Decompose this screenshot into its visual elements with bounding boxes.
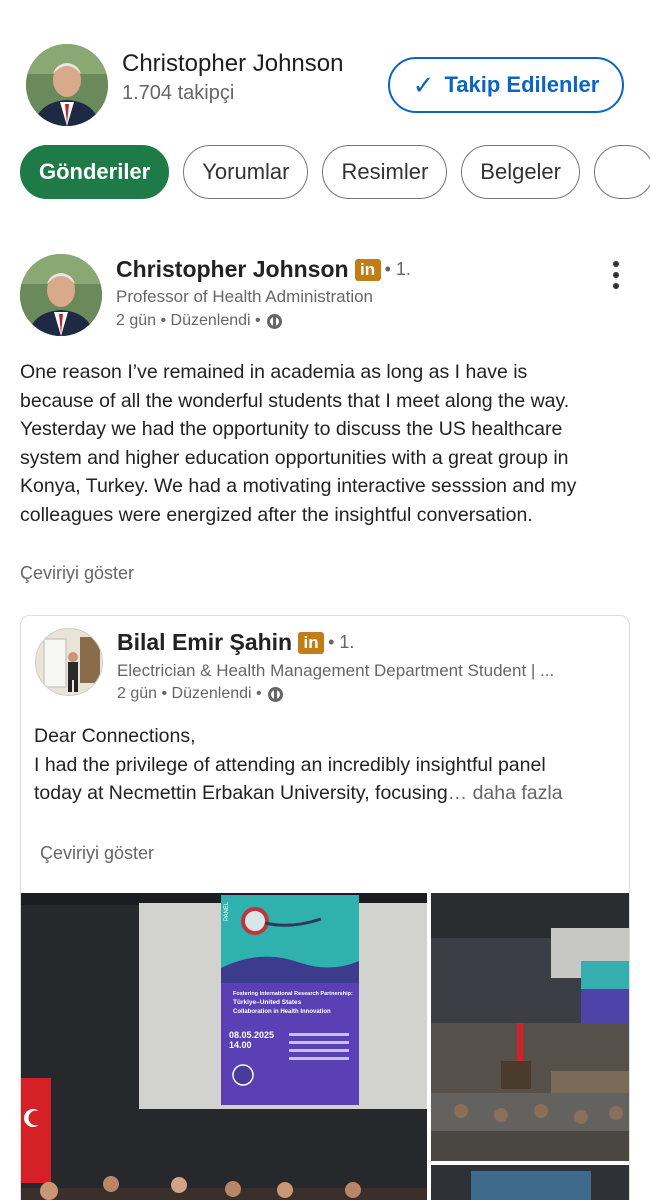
shared-text-line-content: today at Necmettin Erbakan University, f… (34, 782, 448, 804)
post-author-row: Christopher Johnson in • 1. (116, 256, 411, 283)
post-text-line: system and higher education opportunitie… (20, 446, 569, 469)
shared-post-text: Dear Connections, I had the privilege of… (34, 722, 614, 808)
profile-avatar[interactable] (26, 44, 108, 126)
post-text-line: Konya, Turkey. We had a motivating inter… (20, 475, 577, 497)
tab-documents[interactable]: Belgeler (461, 145, 580, 199)
event-photo[interactable] (431, 1165, 629, 1200)
shared-author-row: Bilal Emir Şahin in • 1. (117, 629, 354, 656)
tab-images[interactable]: Resimler (322, 145, 448, 199)
shared-post-meta: 2 gün • Düzenlendi • (117, 685, 283, 703)
poster-time: 14.00 (229, 1040, 252, 1050)
post-text: One reason I’ve remained in academia as … (20, 358, 632, 529)
globe-icon (267, 686, 283, 702)
tab-comments[interactable]: Yorumlar (183, 145, 309, 199)
panel-photo[interactable]: PANEL Fostering International Research P… (21, 893, 427, 1200)
shared-post-timestamp: 2 gün • Düzenlendi • (117, 685, 262, 702)
following-button[interactable]: ✓ Takip Edilenler (388, 57, 624, 113)
tab-posts[interactable]: Gönderiler (20, 145, 170, 199)
linkedin-premium-icon: in (298, 631, 325, 654)
poster-tag: PANEL (224, 901, 230, 921)
see-more-link[interactable]: … daha fazla (448, 782, 563, 804)
tab-more[interactable] (594, 145, 650, 199)
post-meta: 2 gün • Düzenlendi • (116, 312, 282, 330)
post-timestamp: 2 gün • Düzenlendi • (116, 312, 261, 329)
profile-followers: 1.704 takipçi (122, 82, 235, 104)
profile-name[interactable]: Christopher Johnson (122, 50, 343, 78)
profile-header: Christopher Johnson 1.704 takipçi ✓ Taki… (0, 0, 650, 140)
post-author-headline: Professor of Health Administration (116, 287, 374, 306)
post-text-line: One reason I’ve remained in academia as … (20, 361, 528, 383)
post-text-line: Yesterday we had the opportunity to disc… (20, 418, 563, 440)
shared-author-name[interactable]: Bilal Emir Şahin (117, 629, 292, 656)
shared-text-line: I had the privilege of attending an incr… (34, 753, 546, 776)
following-button-label: Takip Edilenler (444, 72, 600, 97)
shared-text-line: Dear Connections, (34, 725, 196, 747)
globe-icon (266, 313, 282, 329)
poster-line2: Türkiye–United States (233, 999, 302, 1006)
connection-degree: • 1. (328, 632, 355, 652)
post-author-avatar[interactable] (20, 254, 102, 336)
show-translation-link[interactable]: Çeviriyi göster (40, 843, 154, 864)
connection-degree: • 1. (384, 259, 411, 279)
linkedin-premium-icon: in (354, 258, 381, 281)
poster-line1: Fostering International Research Partner… (233, 991, 353, 997)
shared-author-avatar[interactable] (35, 628, 103, 696)
reshared-post-card[interactable]: Bilal Emir Şahin in • 1. Electrician & H… (20, 615, 630, 1200)
post-author-name[interactable]: Christopher Johnson (116, 256, 349, 283)
shared-text-line: today at Necmettin Erbakan University, f… (34, 779, 614, 808)
poster-date: 08.05.2025 (229, 1030, 274, 1040)
post-text-line: colleagues were energized after the insi… (20, 503, 533, 526)
poster-line3: Collaboration in Health Innovation (233, 1009, 331, 1015)
more-options-icon[interactable] (606, 258, 626, 292)
check-icon: ✓ (412, 69, 435, 100)
show-translation-link[interactable]: Çeviriyi göster (20, 563, 134, 584)
shared-author-headline: Electrician & Health Management Departme… (117, 661, 555, 680)
audience-photo[interactable] (431, 893, 629, 1161)
activity-tabs: Gönderiler Yorumlar Resimler Belgeler (20, 145, 650, 201)
post-text-line: because of all the wonderful students th… (20, 389, 570, 412)
